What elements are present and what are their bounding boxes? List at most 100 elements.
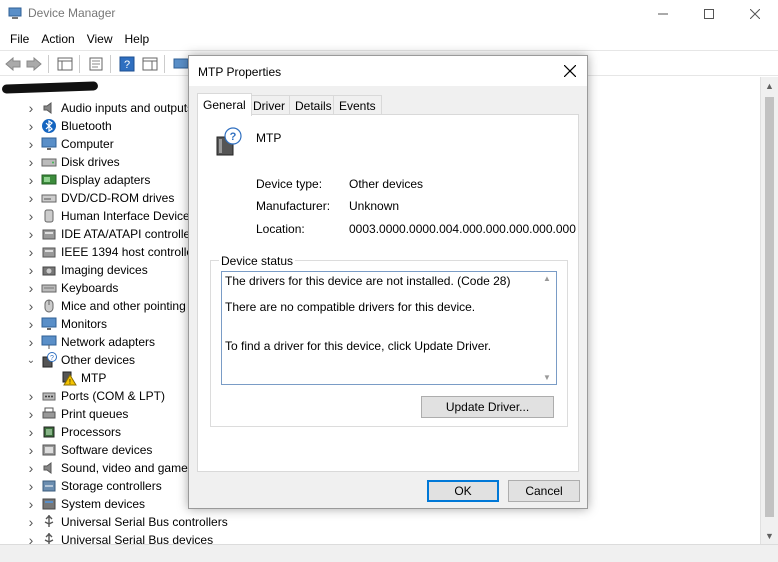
scroll-up-icon[interactable]: ▲: [761, 77, 778, 94]
tree-item-label: Disk drives: [61, 155, 120, 169]
speaker-icon: [43, 462, 52, 474]
chevron-right-icon[interactable]: ›: [25, 532, 37, 544]
scroll-down-icon[interactable]: ▼: [543, 373, 551, 382]
chevron-right-icon[interactable]: ›: [25, 154, 37, 170]
tree-item[interactable]: › Bluetooth: [25, 117, 112, 135]
chevron-right-icon[interactable]: ›: [25, 298, 37, 314]
scroll-up-icon[interactable]: ▲: [543, 274, 551, 283]
tree-item[interactable]: › DVD/CD-ROM drives: [25, 189, 175, 207]
status-scrollbar[interactable]: ▲ ▼: [540, 272, 556, 384]
tree-item[interactable]: › Imaging devices: [25, 261, 148, 279]
tree-item[interactable]: › IDE ATA/ATAPI controllers: [25, 225, 201, 243]
chevron-right-icon[interactable]: ›: [25, 136, 37, 152]
chevron-right-icon[interactable]: ›: [25, 208, 37, 224]
toolbar-separator: [79, 55, 80, 73]
tree-item[interactable]: › Disk drives: [25, 153, 120, 171]
svg-text:?: ?: [124, 59, 130, 71]
tree-item[interactable]: › Keyboards: [25, 279, 119, 297]
device-type-value: Other devices: [349, 177, 424, 191]
scroll-thumb[interactable]: [765, 97, 774, 517]
location-value: 0003.0000.0000.004.000.000.000.000.000: [349, 222, 576, 236]
tree-item[interactable]: › System devices: [25, 495, 145, 513]
action-pane-button[interactable]: [141, 55, 159, 73]
bluetooth-icon: [42, 119, 56, 133]
chevron-right-icon[interactable]: ›: [25, 190, 37, 206]
scroll-down-icon[interactable]: ▼: [761, 527, 778, 544]
chevron-right-icon[interactable]: ›: [25, 244, 37, 260]
tree-item[interactable]: › Processors: [25, 423, 121, 441]
tree-item[interactable]: ⌄? Other devices: [25, 351, 135, 369]
chevron-right-icon[interactable]: ›: [25, 280, 37, 296]
chevron-right-icon[interactable]: ›: [25, 406, 37, 422]
menu-view[interactable]: View: [81, 32, 119, 46]
close-icon: [564, 65, 576, 77]
show-hide-tree-button[interactable]: [56, 55, 74, 73]
chevron-right-icon[interactable]: ›: [25, 496, 37, 512]
maximize-button[interactable]: [686, 0, 732, 28]
chevron-right-icon[interactable]: ›: [25, 442, 37, 458]
menu-help[interactable]: Help: [119, 32, 156, 46]
tree-scrollbar[interactable]: ▲ ▼: [760, 77, 778, 544]
status-bar: [0, 544, 778, 562]
tab-driver[interactable]: Driver: [247, 95, 291, 115]
chevron-right-icon[interactable]: ›: [25, 316, 37, 332]
tree-item-label: Storage controllers: [61, 479, 162, 493]
device-name: MTP: [256, 131, 282, 145]
camera-icon: [42, 266, 56, 276]
tree-item[interactable]: › Human Interface Devices: [25, 207, 196, 225]
forward-button[interactable]: [25, 55, 43, 73]
svg-text:?: ?: [50, 355, 54, 362]
chevron-right-icon[interactable]: ›: [25, 334, 37, 350]
unknown-device-icon: ?: [216, 127, 242, 156]
chevron-right-icon[interactable]: ›: [25, 262, 37, 278]
properties-button[interactable]: [87, 55, 105, 73]
status-line: The drivers for this device are not inst…: [225, 274, 511, 288]
tree-item-label: Ports (COM & LPT): [61, 389, 166, 403]
device-status-textbox[interactable]: The drivers for this device are not inst…: [221, 271, 557, 385]
window-titlebar: Device Manager: [0, 0, 778, 28]
tab-general[interactable]: General: [197, 93, 252, 116]
tab-events[interactable]: Events: [333, 95, 382, 115]
close-window-button[interactable]: [732, 0, 778, 28]
tree-item[interactable]: › Monitors: [25, 315, 107, 333]
menu-file[interactable]: File: [4, 32, 35, 46]
cancel-button[interactable]: Cancel: [508, 480, 580, 502]
tree-item-label: Print queues: [61, 407, 129, 421]
chevron-down-icon[interactable]: ⌄: [25, 354, 37, 366]
tree-item[interactable]: › IEEE 1394 host controllers: [25, 243, 203, 261]
menu-action[interactable]: Action: [35, 32, 80, 46]
back-button[interactable]: [4, 55, 22, 73]
tree-item[interactable]: › Network adapters: [25, 333, 155, 351]
tree-item[interactable]: › Universal Serial Bus controllers: [25, 513, 228, 531]
chevron-right-icon[interactable]: ›: [25, 100, 37, 116]
warning-device-icon: !: [62, 371, 77, 386]
chevron-right-icon[interactable]: ›: [25, 118, 37, 134]
tree-item-label: Network adapters: [61, 335, 156, 349]
minimize-button[interactable]: [640, 0, 686, 28]
chevron-right-icon[interactable]: ›: [25, 460, 37, 476]
ok-button[interactable]: OK: [427, 480, 499, 502]
update-driver-button[interactable]: Update Driver...: [421, 396, 554, 418]
tree-item[interactable]: ! MTP: [45, 369, 106, 387]
tree-item[interactable]: › Universal Serial Bus devices: [25, 531, 213, 544]
speaker-icon: [43, 102, 52, 114]
tree-item[interactable]: › Storage controllers: [25, 477, 162, 495]
device-type-label: Device type:: [256, 177, 323, 191]
tree-item-label: Display adapters: [61, 173, 151, 187]
chevron-right-icon[interactable]: ›: [25, 388, 37, 404]
tree-item[interactable]: › Ports (COM & LPT): [25, 387, 165, 405]
chevron-right-icon[interactable]: ›: [25, 478, 37, 494]
dialog-close-button[interactable]: [559, 60, 581, 82]
tree-item[interactable]: › Computer: [25, 135, 114, 153]
tree-item[interactable]: › Print queues: [25, 405, 129, 423]
chevron-right-icon[interactable]: ›: [25, 424, 37, 440]
tab-details[interactable]: Details: [289, 95, 338, 115]
help-button[interactable]: ?: [118, 55, 136, 73]
chevron-right-icon[interactable]: ›: [25, 514, 37, 530]
chevron-right-icon[interactable]: ›: [25, 172, 37, 188]
tree-item[interactable]: › Software devices: [25, 441, 153, 459]
tree-item[interactable]: › Display adapters: [25, 171, 151, 189]
tree-item[interactable]: › Audio inputs and outputs: [25, 99, 193, 117]
chevron-right-icon[interactable]: ›: [25, 226, 37, 242]
